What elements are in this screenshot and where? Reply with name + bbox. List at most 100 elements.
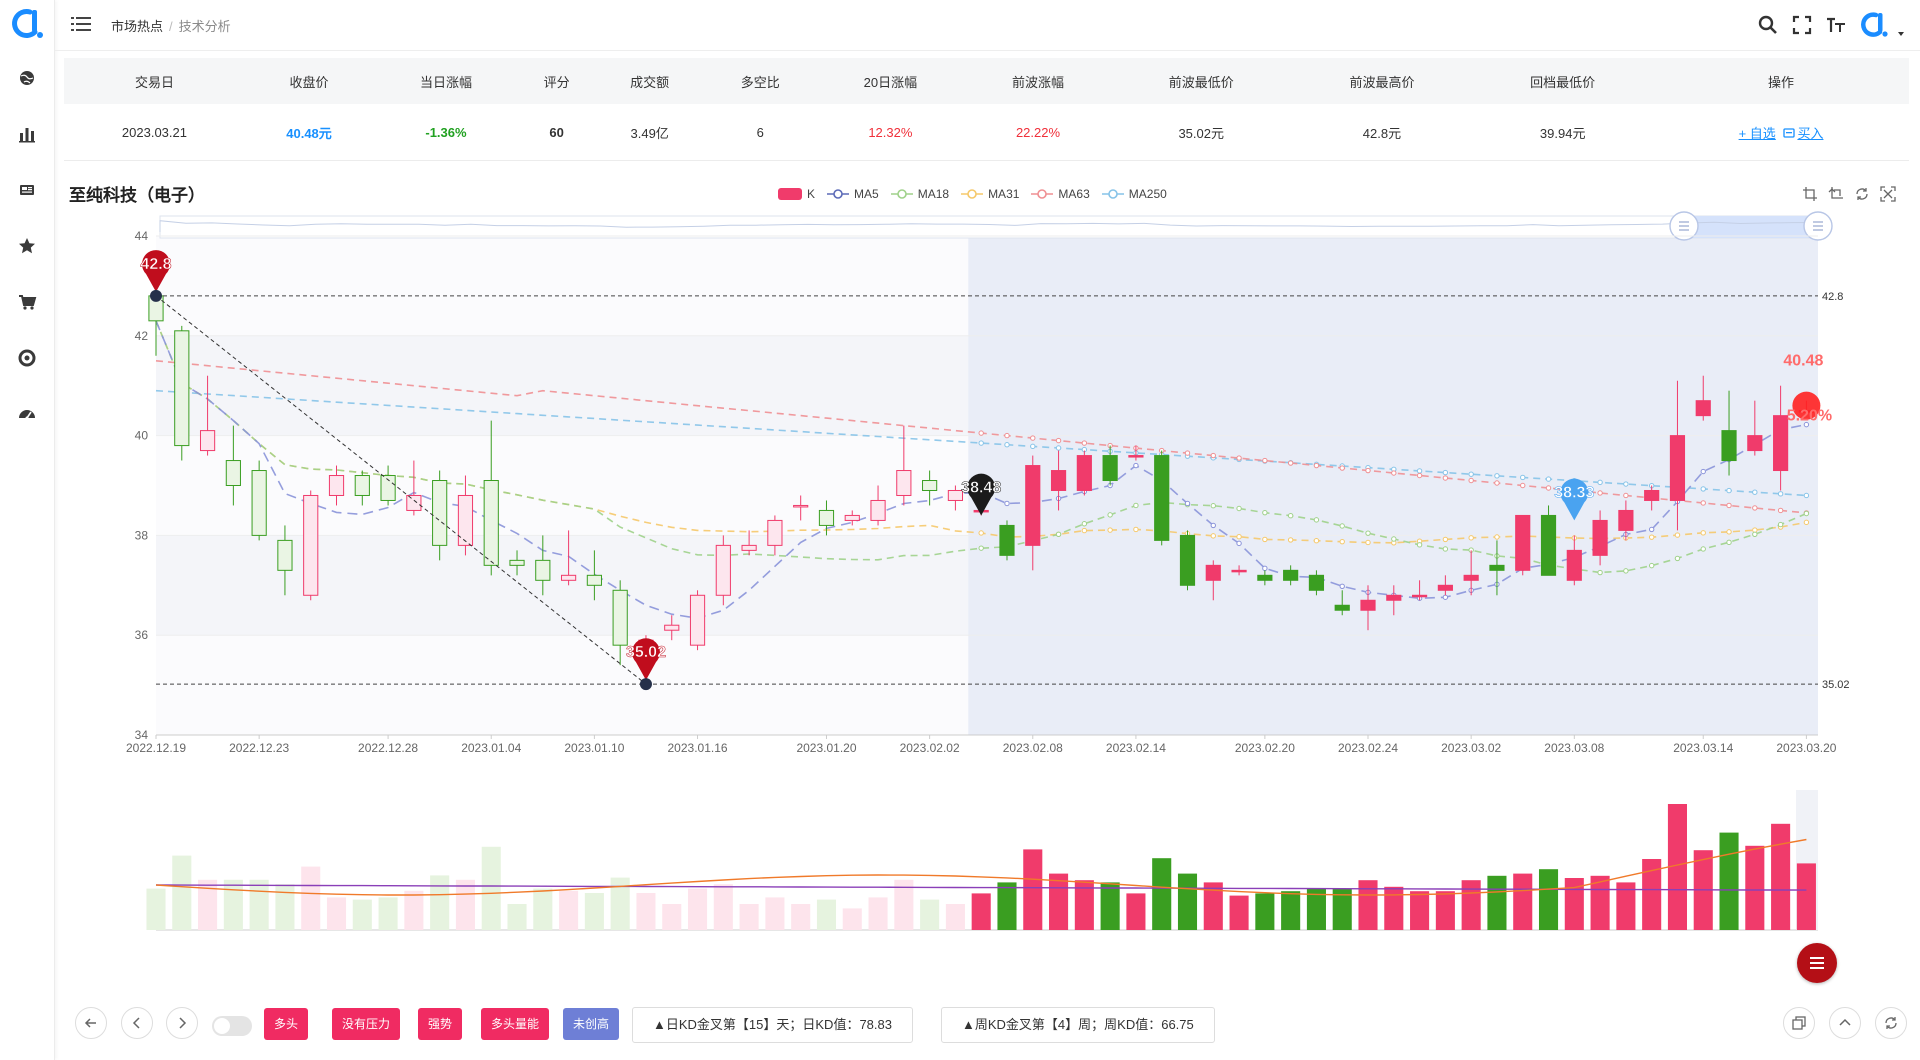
chevron-right-icon: [179, 1017, 187, 1029]
volume-bar: [352, 899, 372, 930]
ma63-line-point: [1081, 440, 1088, 446]
ma250-line-point: [1468, 471, 1474, 477]
candle-body: [1463, 574, 1479, 581]
volume-bar: [481, 846, 501, 930]
tag-bullish[interactable]: 多头: [264, 1008, 309, 1040]
candle-body: [1308, 574, 1325, 591]
candle-body: [1257, 574, 1273, 581]
ma31-line-point: [1468, 535, 1474, 541]
candle-body: [741, 544, 757, 551]
ma5-line-point: [1184, 500, 1191, 507]
volume-bar: [997, 882, 1017, 930]
ma63-line-point: [1210, 452, 1216, 459]
x-axis-label: 2023.02.02: [900, 741, 960, 755]
ma18-line-point: [1339, 523, 1345, 529]
volume-bar: [1177, 873, 1198, 930]
nav-next-button[interactable]: [166, 1007, 198, 1039]
ma18-line-point: [1055, 531, 1062, 537]
scroll-top-button[interactable]: [1829, 1007, 1861, 1039]
candle-body: [586, 574, 602, 586]
x-axis-label: 2023.03.08: [1544, 741, 1604, 755]
kline-chart[interactable]: 44 42 40 38 36 342022.12.19 2022.12.23 2022.12.…: [0, 0, 1920, 1000]
volume-bar: [533, 888, 553, 930]
ma5-line-point: [1004, 500, 1010, 507]
ma31-line-point: [1803, 519, 1810, 526]
volume-bar: [1100, 882, 1120, 930]
ma63-line-point: [1777, 507, 1784, 514]
low-point: [639, 678, 652, 691]
y-axis-label: 38: [135, 528, 149, 542]
nav-first-button[interactable]: [75, 1007, 107, 1039]
mode-toggle[interactable]: [212, 1016, 252, 1036]
ma31-line-point: [1494, 534, 1500, 540]
ma31-line-point: [1726, 529, 1732, 535]
candle-body: [509, 559, 525, 566]
y-axis-label: 42: [135, 329, 149, 343]
ma63-line-point: [1004, 432, 1010, 439]
ma18-line-point: [1210, 503, 1216, 509]
tag-bull-volume[interactable]: 多头量能: [481, 1008, 550, 1040]
candle-body: [1669, 435, 1686, 501]
volume-bar: [1358, 880, 1378, 930]
volume-bar: [662, 904, 682, 930]
refresh-button[interactable]: [1875, 1007, 1907, 1039]
y-axis-label: 44: [135, 229, 149, 243]
copy-button[interactable]: [1783, 1007, 1815, 1039]
ma18-line-point: [1597, 569, 1603, 576]
ma18-line-point: [1416, 542, 1423, 548]
tag-no-new-high[interactable]: 未创高: [563, 1008, 620, 1040]
candle-body: [174, 330, 190, 447]
volume-bar: [971, 893, 991, 930]
copy-icon: [1792, 1016, 1806, 1030]
candle-body: [303, 494, 319, 596]
candle-body: [432, 480, 448, 546]
x-axis-label: 2022.12.23: [229, 741, 289, 755]
candle-body: [561, 574, 577, 581]
x-axis-label: 2023.03.02: [1441, 741, 1501, 755]
volume-bar: [1461, 880, 1481, 930]
volume-bar: [1255, 893, 1275, 930]
x-axis-label: 2023.02.20: [1235, 741, 1295, 755]
tag-strong[interactable]: 强势: [418, 1008, 463, 1040]
candle-body: [1566, 549, 1582, 581]
candle-body: [277, 539, 293, 571]
candle-body: [1386, 594, 1402, 601]
ma18-line-point: [1133, 502, 1139, 509]
last-price-label: 40.48: [1783, 353, 1823, 370]
candle-body: [1076, 455, 1092, 491]
ma18-line-point: [1262, 509, 1268, 516]
ma18-line-point: [1777, 521, 1784, 528]
ma18-line-point: [1726, 539, 1732, 546]
candle-body: [689, 594, 706, 646]
candle-body: [1437, 584, 1453, 591]
menu-fab[interactable]: [1797, 943, 1837, 983]
volume-bar: [1538, 869, 1559, 930]
ma5-line-point: [1210, 522, 1216, 529]
tag-no-pressure[interactable]: 没有压力: [332, 1008, 401, 1040]
candle-body: [1644, 489, 1660, 501]
ma63-line-point: [1313, 462, 1320, 469]
low-pin-label: 35.02: [626, 644, 666, 661]
volume-bar: [559, 890, 579, 930]
x-axis-label: 2023.02.14: [1106, 741, 1166, 755]
ma63-line-point: [1365, 467, 1371, 474]
volume-bar: [301, 866, 321, 930]
ma63-line-point: [1726, 502, 1732, 509]
ma63-line-point: [1339, 465, 1345, 471]
volume-bar: [1281, 891, 1301, 930]
volume-bar: [507, 904, 527, 930]
ma63-line-point: [1597, 490, 1603, 496]
volume-bar: [842, 908, 862, 930]
candle-body: [406, 494, 422, 511]
ma63-line-point: [1700, 500, 1706, 506]
volume-bar: [945, 904, 965, 930]
volume-bar: [1771, 823, 1791, 930]
candle-body: [225, 460, 241, 486]
ma250-line-point: [1004, 442, 1010, 448]
volume-bar: [430, 875, 450, 930]
volume-bar: [1152, 858, 1172, 930]
nav-prev-button[interactable]: [121, 1007, 153, 1039]
x-axis-label: 2023.02.24: [1338, 741, 1398, 755]
ma18-line-point: [1700, 546, 1706, 552]
candle-body: [664, 624, 680, 631]
